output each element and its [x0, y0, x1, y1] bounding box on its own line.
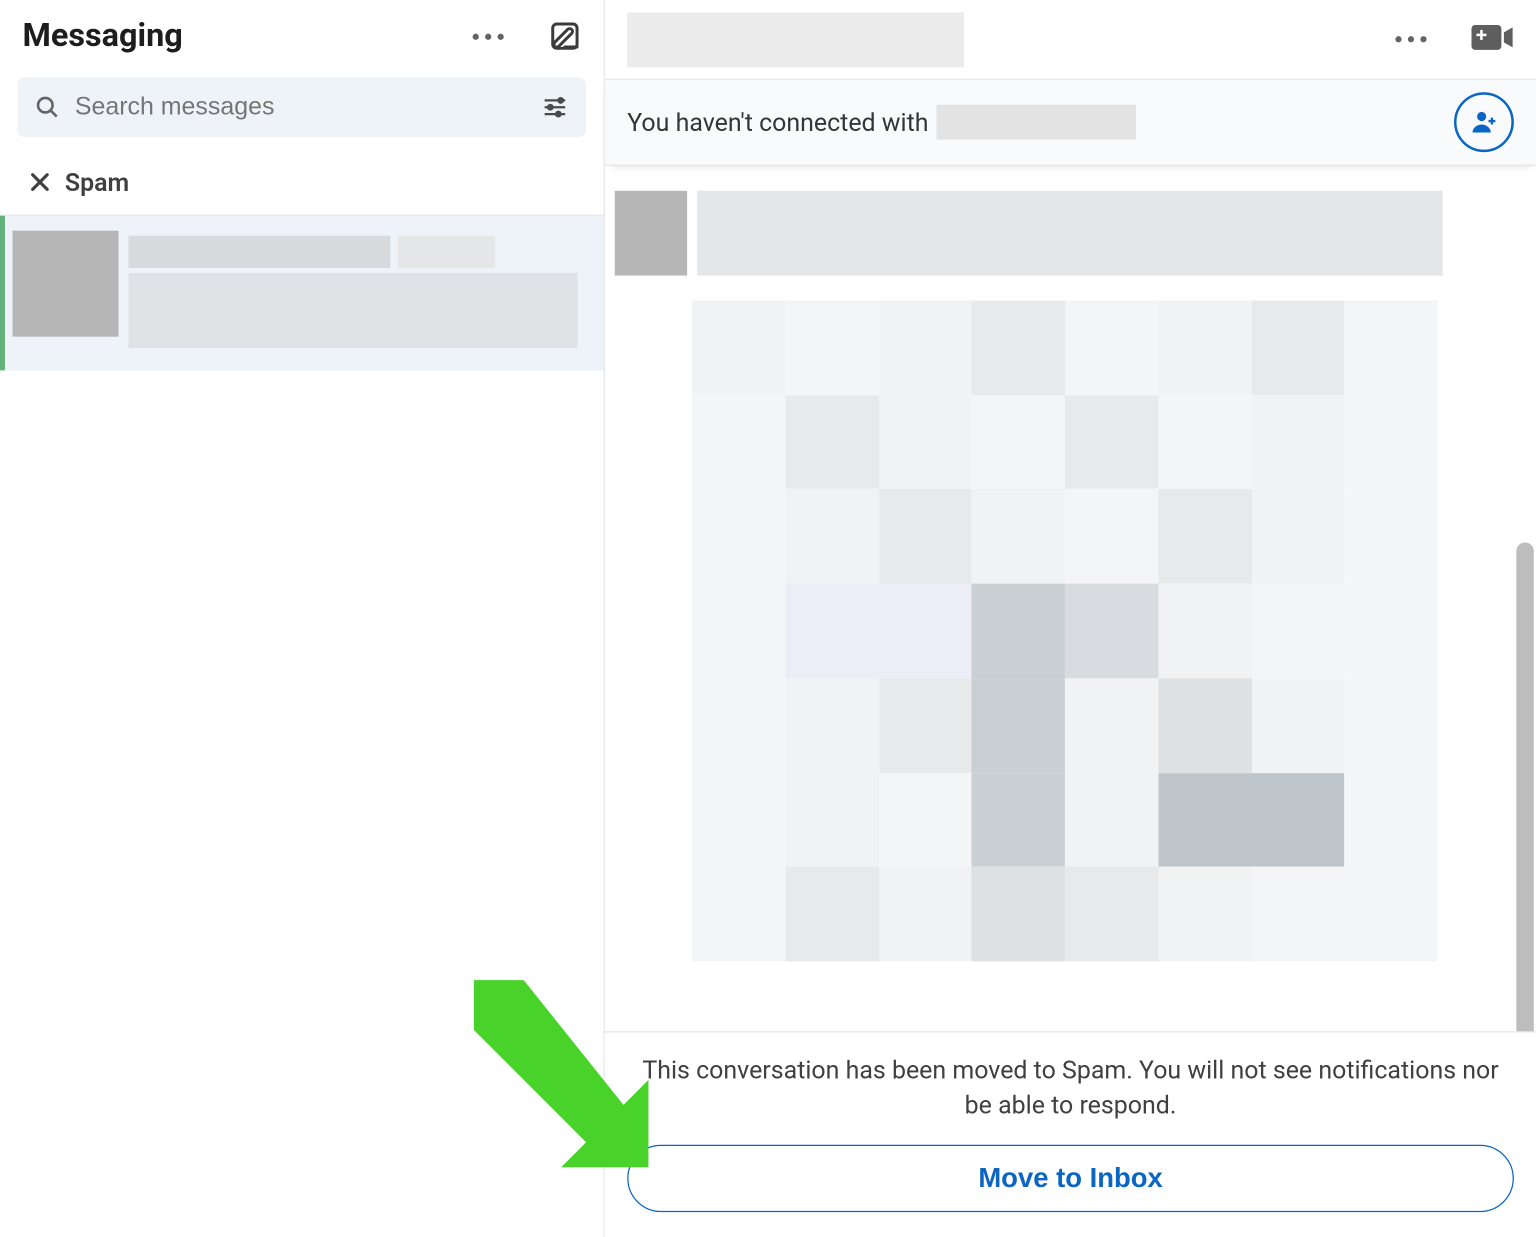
connect-button[interactable]	[1454, 92, 1514, 152]
conversation-preview	[128, 231, 591, 356]
conversation-name-redacted	[128, 236, 390, 268]
messaging-sidebar: Messaging Spam	[0, 0, 605, 1237]
video-icon	[1471, 22, 1513, 52]
sidebar-header: Messaging	[0, 0, 604, 77]
conversation-snippet-redacted	[128, 273, 577, 348]
compose-button[interactable]	[549, 20, 581, 52]
folder-label: Spam	[65, 167, 129, 197]
participant-name-redacted	[627, 12, 964, 67]
connection-banner: You haven't connected with	[605, 80, 1536, 166]
search-input[interactable]	[75, 93, 526, 122]
folder-filter-chip[interactable]: Spam	[0, 150, 604, 216]
avatar	[12, 231, 118, 337]
more-options-button[interactable]	[473, 33, 504, 39]
search-icon	[35, 95, 60, 120]
filter-icon[interactable]	[541, 94, 568, 121]
conversation-more-options[interactable]	[1395, 36, 1426, 42]
message-body	[605, 166, 1536, 1031]
conversation-item[interactable]	[0, 216, 604, 371]
close-icon[interactable]	[27, 170, 52, 195]
compose-icon	[549, 20, 581, 52]
video-call-button[interactable]	[1471, 22, 1513, 57]
move-to-inbox-button[interactable]: Move to Inbox	[627, 1145, 1514, 1212]
spam-footer: This conversation has been moved to Spam…	[605, 1031, 1536, 1237]
conversation-pane: You haven't connected with	[605, 0, 1536, 1237]
person-add-icon	[1470, 108, 1497, 135]
connection-name-redacted	[936, 105, 1136, 140]
message-avatar	[615, 191, 687, 276]
message-row	[615, 191, 1443, 276]
search-bar[interactable]	[17, 77, 586, 137]
message-header-redacted	[697, 191, 1443, 276]
spam-notice-text: This conversation has been moved to Spam…	[634, 1052, 1507, 1122]
message-content-redacted	[692, 301, 1438, 962]
page-title: Messaging	[22, 17, 182, 54]
connection-text: You haven't connected with	[627, 107, 928, 137]
conversation-date-redacted	[398, 236, 495, 268]
conversation-header	[605, 0, 1536, 80]
scrollbar[interactable]	[1516, 542, 1533, 1031]
